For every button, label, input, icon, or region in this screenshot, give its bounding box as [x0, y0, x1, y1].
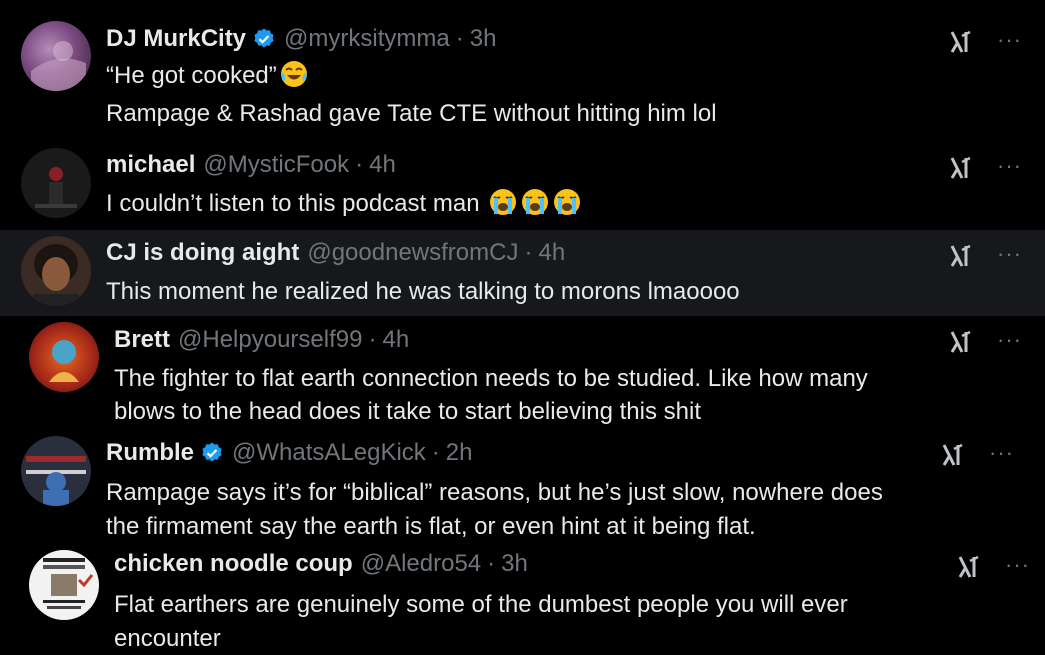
separator: ·	[487, 550, 496, 577]
display-name[interactable]: Brett	[114, 325, 170, 355]
display-name[interactable]: chicken noodle coup	[114, 549, 353, 579]
separator: ·	[455, 25, 464, 52]
loudly-crying-emoji-icon	[490, 189, 517, 215]
handle[interactable]: @Aledro54	[361, 549, 481, 579]
reply-5[interactable]: Rumble @WhatsALegKick · 2h Rampage says …	[0, 436, 1045, 548]
grok-icon[interactable]	[948, 328, 976, 356]
reply-text: Flat earthers are genuinely some of the …	[114, 591, 848, 618]
grok-icon[interactable]	[948, 242, 976, 270]
reply-2[interactable]: michael @MysticFook · 4h I couldn’t list…	[0, 140, 1045, 230]
reply-1[interactable]: DJ MurkCity @myrksitymma · 3h “He got co…	[0, 0, 1045, 140]
timestamp[interactable]: 3h	[501, 549, 528, 579]
avatar[interactable]	[21, 21, 91, 91]
timestamp[interactable]: 4h	[369, 150, 396, 180]
more-options-icon[interactable]: ···	[1005, 554, 1029, 576]
reply-3[interactable]: CJ is doing aight @goodnewsfromCJ · 4h T…	[0, 230, 1045, 316]
grok-icon[interactable]	[956, 553, 984, 581]
loudly-crying-emoji-icon	[522, 189, 549, 215]
display-name[interactable]: michael	[106, 150, 195, 180]
display-name[interactable]: CJ is doing aight	[106, 238, 299, 268]
more-options-icon[interactable]: ···	[997, 29, 1021, 51]
display-name[interactable]: DJ MurkCity	[106, 24, 246, 54]
avatar[interactable]	[21, 236, 91, 306]
more-options-icon[interactable]: ···	[989, 442, 1013, 464]
separator: ·	[524, 239, 533, 266]
reply-text: Rampage & Rashad gave Tate CTE without h…	[106, 100, 717, 127]
reply-text: encounter	[114, 625, 221, 652]
avatar[interactable]	[29, 322, 99, 392]
avatar[interactable]	[21, 436, 91, 506]
handle[interactable]: @WhatsALegKick	[232, 438, 426, 468]
timestamp[interactable]: 4h	[538, 238, 565, 268]
more-options-icon[interactable]: ···	[997, 155, 1021, 177]
grok-icon[interactable]	[948, 28, 976, 56]
verified-badge-icon	[254, 28, 274, 48]
reply-text: blows to the head does it take to start …	[114, 398, 702, 425]
display-name[interactable]: Rumble	[106, 438, 194, 468]
separator: ·	[355, 151, 364, 178]
timestamp[interactable]: 2h	[446, 438, 473, 468]
timestamp[interactable]: 3h	[470, 24, 497, 54]
timestamp[interactable]: 4h	[382, 325, 409, 355]
grok-icon[interactable]	[948, 154, 976, 182]
reply-4[interactable]: Brett @Helpyourself99 · 4h The fighter t…	[0, 316, 1045, 436]
handle[interactable]: @goodnewsfromCJ	[307, 238, 518, 268]
avatar[interactable]	[29, 550, 99, 620]
reply-text: Rampage says it’s for “biblical” reasons…	[106, 479, 883, 506]
separator: ·	[431, 439, 440, 466]
handle[interactable]: @Helpyourself99	[178, 325, 362, 355]
tears-of-joy-emoji-icon	[280, 61, 307, 87]
separator: ·	[368, 326, 377, 353]
handle[interactable]: @myrksitymma	[284, 24, 450, 54]
avatar[interactable]	[21, 148, 91, 218]
more-options-icon[interactable]: ···	[997, 329, 1021, 351]
handle[interactable]: @MysticFook	[203, 150, 349, 180]
grok-icon[interactable]	[940, 441, 968, 469]
reply-text-line: I couldn’t listen to this podcast man	[106, 187, 582, 220]
reply-text: “He got cooked”	[106, 62, 277, 89]
reply-text: I couldn’t listen to this podcast man	[106, 190, 480, 217]
reply-text: The fighter to flat earth connection nee…	[114, 365, 868, 392]
reply-text-line: “He got cooked”	[106, 59, 309, 92]
reply-6[interactable]: chicken noodle coup @Aledro54 · 3h Flat …	[0, 548, 1045, 653]
reply-text: This moment he realized he was talking t…	[106, 278, 740, 305]
verified-badge-icon	[202, 442, 222, 462]
reply-text: the firmament say the earth is flat, or …	[106, 513, 756, 540]
loudly-crying-emoji-icon	[554, 189, 581, 215]
more-options-icon[interactable]: ···	[997, 243, 1021, 265]
